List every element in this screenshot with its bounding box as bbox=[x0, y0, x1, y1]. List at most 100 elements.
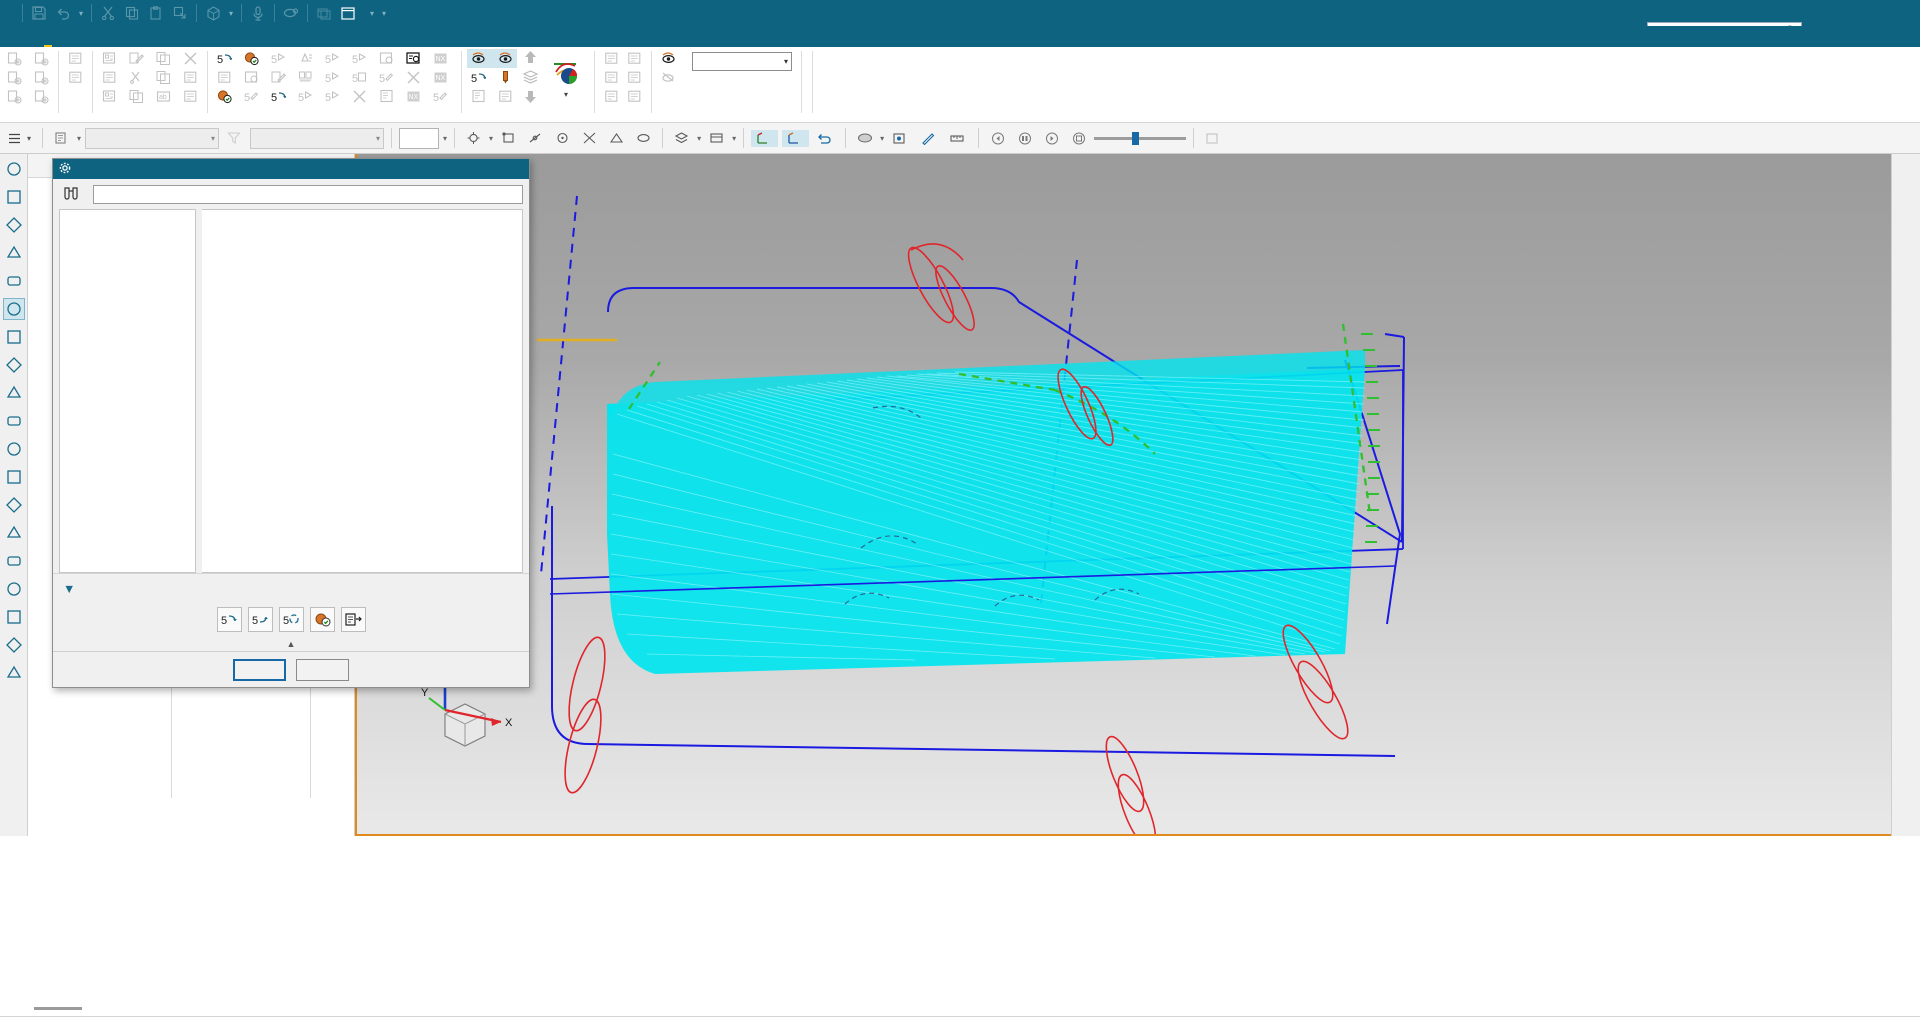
verify-icon[interactable] bbox=[309, 606, 335, 632]
ribbon-item-create-method-icon[interactable] bbox=[30, 68, 53, 87]
ribbon-item-shop-doc-icon[interactable] bbox=[375, 87, 402, 106]
history-icon[interactable] bbox=[3, 354, 25, 376]
ribbon-item-properties-icon[interactable] bbox=[98, 49, 125, 68]
object-preference-button[interactable] bbox=[888, 127, 913, 150]
ribbon-item-delete-toolpath-icon[interactable] bbox=[348, 87, 375, 106]
dialog-title-bar[interactable] bbox=[53, 159, 529, 179]
role-icon[interactable] bbox=[3, 410, 25, 432]
ribbon-item-batch-process-icon[interactable] bbox=[375, 49, 402, 68]
ribbon-item-optimize-feedrate-icon[interactable]: 5 bbox=[321, 49, 348, 68]
window-dropdown-icon[interactable]: ▾ bbox=[366, 2, 378, 24]
ribbon-item-list-toolpath-icon[interactable]: 5 bbox=[267, 87, 294, 106]
layer-caret-icon[interactable]: ▾ bbox=[697, 134, 701, 143]
customize-qat-icon[interactable]: ▾ bbox=[378, 2, 390, 24]
orient-view-icon[interactable] bbox=[201, 2, 225, 24]
work-layer-icon[interactable] bbox=[705, 127, 728, 150]
system-materials-icon[interactable] bbox=[3, 466, 25, 488]
view-icon[interactable] bbox=[3, 578, 25, 600]
copy-icon[interactable] bbox=[120, 2, 144, 24]
menu-tab-7[interactable] bbox=[224, 26, 256, 47]
measure-button[interactable] bbox=[946, 127, 971, 150]
ribbon-item-display-toolpath-icon[interactable] bbox=[467, 49, 494, 68]
menu-tab-1[interactable] bbox=[32, 26, 64, 47]
cancel-button[interactable] bbox=[296, 658, 349, 681]
assembly-navigator-icon[interactable] bbox=[3, 158, 25, 180]
menu-tab-4[interactable] bbox=[128, 26, 160, 47]
ribbon-item-show-object-icon[interactable] bbox=[98, 68, 125, 87]
arrow-down-icon[interactable] bbox=[522, 89, 539, 110]
ribbon-item-delete-machine-code-icon[interactable] bbox=[402, 68, 429, 87]
paste-icon[interactable] bbox=[144, 2, 168, 24]
menu-button[interactable]: ▾ bbox=[4, 127, 35, 150]
process-studio-icon[interactable] bbox=[3, 382, 25, 404]
type-filter-combo[interactable]: ▾ bbox=[85, 127, 220, 149]
ribbon-item-copy-object-icon[interactable] bbox=[125, 87, 152, 106]
menu-tab-0[interactable] bbox=[0, 26, 32, 47]
ribbon-item-machine-sim-icon[interactable] bbox=[240, 68, 267, 87]
menu-tab-6[interactable] bbox=[192, 26, 224, 47]
navigator-h-scrollbar[interactable] bbox=[34, 1007, 82, 1010]
regenerate-icon[interactable]: 5 bbox=[278, 606, 304, 632]
layers-icon[interactable] bbox=[3, 606, 25, 628]
ribbon-item-publish-work-instruction-icon[interactable]: NX bbox=[429, 49, 456, 68]
shaded-display-icon[interactable] bbox=[853, 127, 876, 150]
ribbon-item-confirm-toolpath-icon[interactable] bbox=[240, 49, 267, 68]
ribbon-item-gc-tool6-icon[interactable] bbox=[623, 87, 646, 106]
snap-center-icon[interactable] bbox=[551, 127, 574, 150]
menu-tab-2[interactable] bbox=[64, 26, 96, 47]
ribbon-item-toolpath-report-icon[interactable] bbox=[467, 87, 494, 106]
snap-point-caret-icon[interactable]: ▾ bbox=[489, 134, 493, 143]
ribbon-item-information-icon[interactable] bbox=[98, 87, 125, 106]
replay-icon[interactable]: 5 bbox=[247, 606, 273, 632]
ribbon-item-create-program-icon[interactable] bbox=[30, 49, 53, 68]
slider-thumb[interactable] bbox=[1132, 131, 1140, 145]
menu-tab-3[interactable] bbox=[96, 26, 128, 47]
cut-icon[interactable] bbox=[96, 2, 120, 24]
part-navigator-icon[interactable] bbox=[3, 186, 25, 208]
ribbon-item-post-process-icon[interactable]: 5 bbox=[240, 87, 267, 106]
view-dropdown-icon[interactable]: ▾ bbox=[225, 2, 237, 24]
manufacturing-wizard-icon[interactable] bbox=[3, 522, 25, 544]
part-preview-icon[interactable] bbox=[3, 550, 25, 572]
snap-intersection-icon[interactable] bbox=[578, 127, 601, 150]
ipw-resolution-combo[interactable]: ▾ bbox=[692, 52, 792, 71]
minimize-button[interactable] bbox=[1838, 3, 1862, 23]
snap-distance-input[interactable] bbox=[399, 127, 440, 149]
paste-special-icon[interactable] bbox=[168, 2, 192, 24]
undo-dropdown-icon[interactable]: ▾ bbox=[75, 2, 87, 24]
ribbon-item-post-configurator-icon[interactable]: 5 bbox=[429, 87, 456, 106]
ribbon-item-author-work-instruction-icon[interactable]: NX bbox=[402, 87, 429, 106]
ribbon-item-edit-toolpath-icon[interactable] bbox=[267, 68, 294, 87]
generate-icon[interactable]: 5 bbox=[216, 606, 242, 632]
layers-icon[interactable] bbox=[522, 70, 539, 89]
window-icon[interactable] bbox=[336, 2, 360, 24]
ribbon-item-paste-object-icon[interactable] bbox=[152, 49, 179, 68]
ribbon-item-validity-report-icon[interactable] bbox=[213, 87, 240, 106]
ribbon-item-verify-toolpath-icon[interactable] bbox=[213, 68, 240, 87]
ribbon-item-delete-object-icon[interactable] bbox=[179, 49, 202, 68]
ribbon-item-create-operation-icon[interactable] bbox=[3, 87, 30, 106]
ribbon-item-edit-object-icon[interactable] bbox=[125, 49, 152, 68]
menu-tab-9[interactable] bbox=[288, 26, 320, 47]
ribbon-item-gc-tool5-icon[interactable] bbox=[623, 68, 646, 87]
install-nc-postprocessor-button[interactable] bbox=[1201, 127, 1226, 150]
templates-icon[interactable] bbox=[3, 634, 25, 656]
tools-icon[interactable] bbox=[3, 662, 25, 684]
ribbon-item-gc-tool4-icon[interactable] bbox=[623, 49, 646, 68]
ribbon-item-predict-run-icon[interactable] bbox=[64, 68, 87, 87]
ribbon-item-tilt-tool-axis-icon[interactable]: 5 bbox=[321, 68, 348, 87]
system-scenes-icon[interactable] bbox=[3, 438, 25, 460]
ribbon-item-transform-object-icon[interactable] bbox=[179, 68, 202, 87]
mcs-display-toggle[interactable] bbox=[751, 129, 779, 147]
find-input[interactable] bbox=[93, 185, 523, 204]
playback-play-icon[interactable] bbox=[1040, 127, 1063, 150]
operations-header[interactable]: ▼ bbox=[59, 578, 523, 600]
window-switch-icon[interactable] bbox=[312, 2, 336, 24]
ribbon-item-analyze-ipw-icon[interactable] bbox=[657, 68, 684, 87]
dialog-nav-tree[interactable] bbox=[59, 209, 196, 573]
filter-reset-icon[interactable] bbox=[223, 127, 246, 150]
ok-button[interactable] bbox=[233, 658, 286, 681]
ribbon-item-gc-check-icon[interactable] bbox=[600, 49, 623, 68]
undo-icon[interactable] bbox=[51, 2, 75, 24]
ribbon-item-gc-tool3-icon[interactable] bbox=[600, 87, 623, 106]
